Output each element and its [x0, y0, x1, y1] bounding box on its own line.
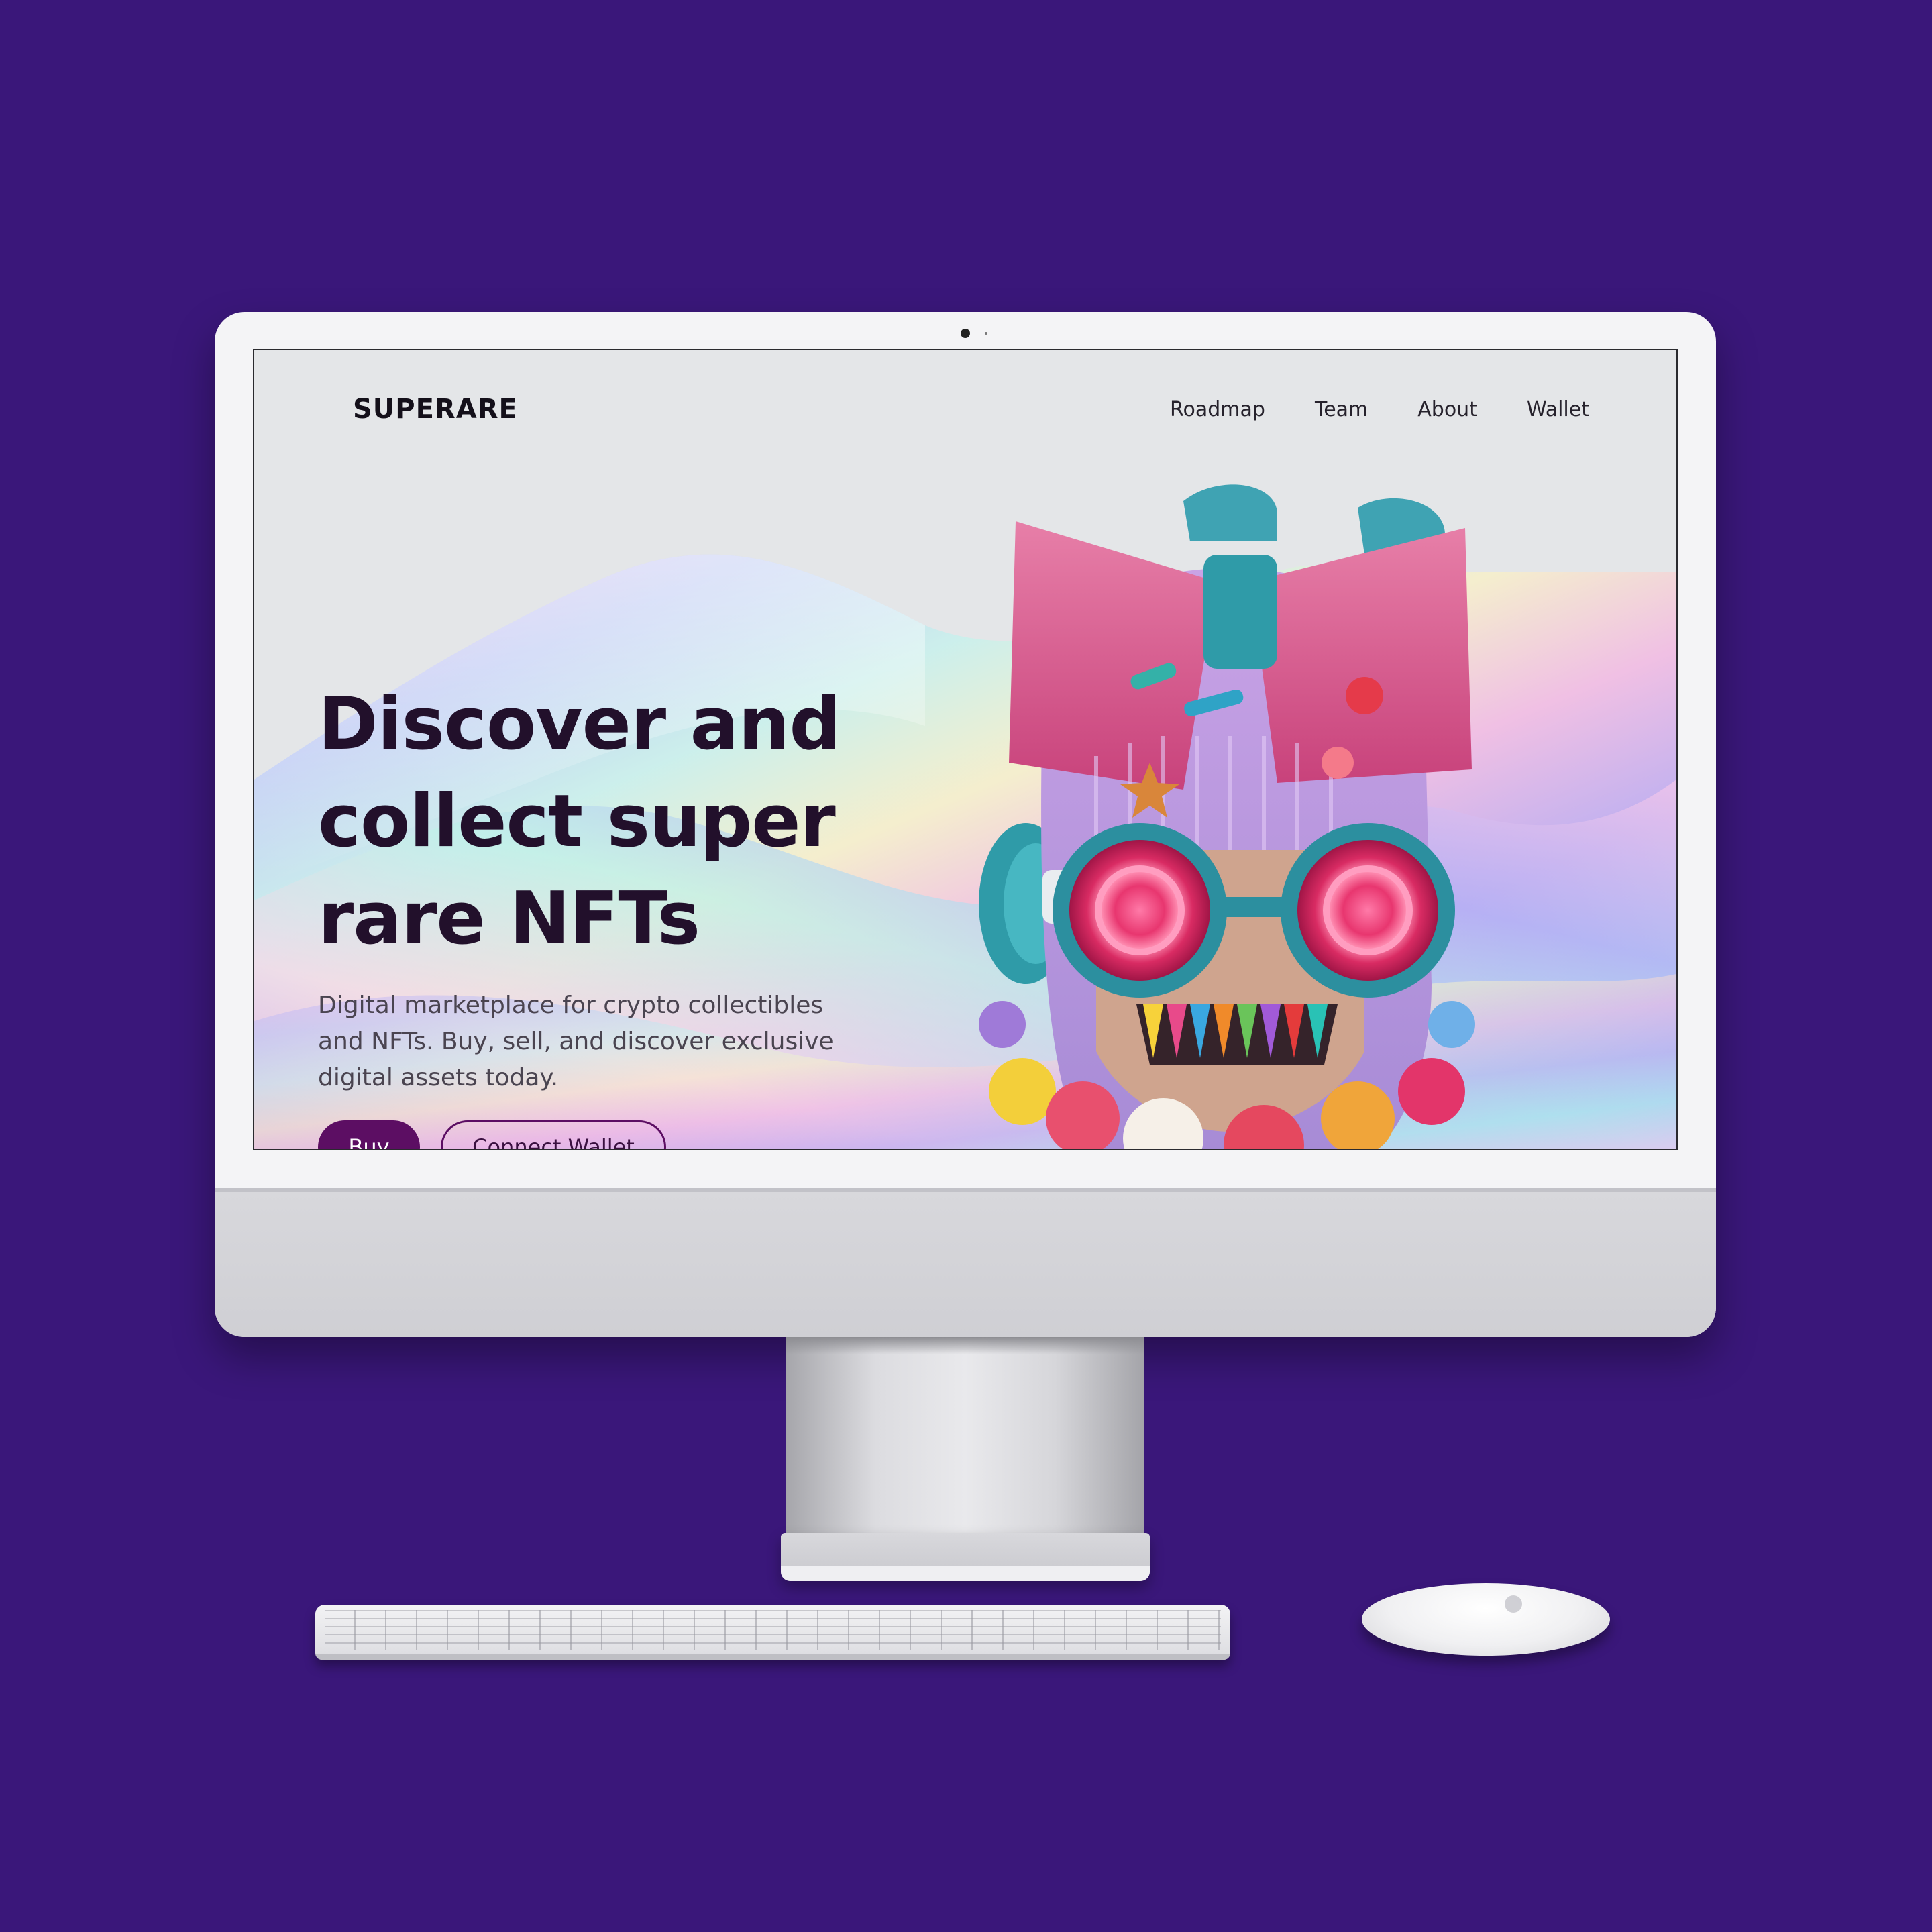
- nav-link-wallet[interactable]: Wallet: [1527, 398, 1589, 421]
- monitor-chin: [215, 1188, 1716, 1337]
- hero-title-line: Discover and: [318, 682, 841, 766]
- keyboard-keys: [325, 1610, 1221, 1650]
- camera-sensor: [985, 332, 987, 335]
- connect-wallet-button[interactable]: Connect Wallet: [441, 1120, 666, 1149]
- nav-link-about[interactable]: About: [1417, 398, 1477, 421]
- nav-link-team[interactable]: Team: [1315, 398, 1368, 421]
- hero-title-line: rare NFTs: [318, 877, 700, 961]
- nav-link-roadmap[interactable]: Roadmap: [1170, 398, 1265, 421]
- site-logo[interactable]: SUPERARE: [353, 394, 518, 425]
- nft-character-artwork: [979, 484, 1475, 1149]
- hero-title: Discover and collect super rare NFTs: [318, 676, 895, 967]
- hero-subtitle: Digital marketplace for crypto collectib…: [318, 987, 881, 1096]
- monitor-stand: [786, 1337, 1144, 1538]
- mouse: [1362, 1583, 1610, 1656]
- camera-icon: [961, 329, 970, 338]
- stand-shadow: [786, 1337, 1144, 1354]
- website-screen: SUPERARE Roadmap Team About Wallet Disco…: [253, 349, 1678, 1150]
- imac-monitor: SUPERARE Roadmap Team About Wallet Disco…: [215, 312, 1716, 1337]
- stand-base-edge: [781, 1566, 1150, 1581]
- keyboard: [315, 1605, 1230, 1660]
- hero-subtitle-line: and NFTs. Buy, sell, and discover exclus…: [318, 1028, 834, 1055]
- hero-subtitle-line: Digital marketplace for crypto collectib…: [318, 991, 824, 1019]
- keyboard-edge: [315, 1654, 1230, 1660]
- hero-title-line: collect super: [318, 780, 836, 863]
- apple-logo-icon: [1505, 1595, 1522, 1613]
- buy-button[interactable]: Buy: [318, 1120, 420, 1149]
- hero-subtitle-line: digital assets today.: [318, 1064, 559, 1091]
- nav-menu: Roadmap Team About Wallet: [1170, 398, 1589, 421]
- site-header: SUPERARE Roadmap Team About Wallet: [353, 389, 1589, 429]
